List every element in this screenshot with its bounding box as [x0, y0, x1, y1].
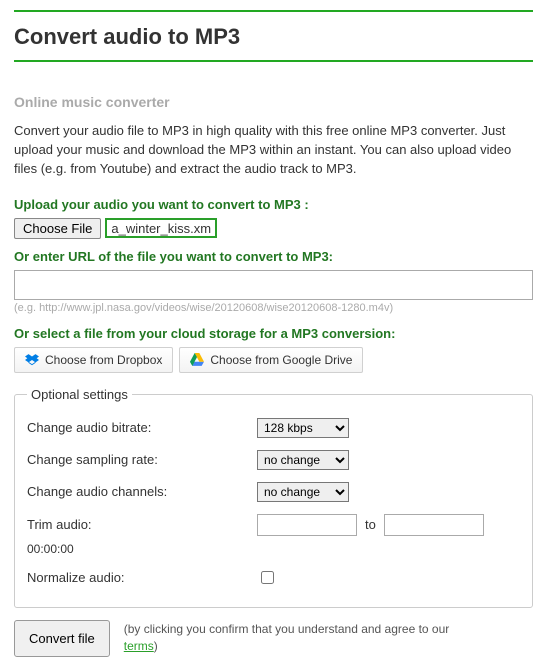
- page-title: Convert audio to MP3: [14, 24, 533, 50]
- url-hint: (e.g. http://www.jpl.nasa.gov/videos/wis…: [14, 302, 533, 314]
- dropbox-button[interactable]: Choose from Dropbox: [14, 347, 173, 373]
- title-divider: [14, 60, 533, 62]
- page-subtitle: Online music converter: [14, 94, 533, 110]
- bitrate-label: Change audio bitrate:: [27, 420, 257, 435]
- chosen-file-name: a_winter_kiss.xm: [105, 218, 217, 238]
- dropbox-icon: [25, 354, 39, 366]
- terms-link[interactable]: terms: [124, 639, 154, 653]
- dropbox-button-label: Choose from Dropbox: [45, 353, 162, 367]
- cloud-label: Or select a file from your cloud storage…: [14, 326, 533, 341]
- trim-timecode: 00:00:00: [27, 542, 520, 556]
- top-divider: [14, 10, 533, 12]
- trim-from-input[interactable]: [257, 514, 357, 536]
- gdrive-icon: [190, 353, 204, 367]
- gdrive-button[interactable]: Choose from Google Drive: [179, 347, 363, 373]
- disclaimer-prefix: (by clicking you confirm that you unders…: [124, 622, 450, 636]
- url-label: Or enter URL of the file you want to con…: [14, 249, 533, 264]
- disclaimer-suffix: ): [154, 639, 158, 653]
- channels-select[interactable]: no change: [257, 482, 349, 502]
- url-input[interactable]: [14, 270, 533, 300]
- normalize-checkbox[interactable]: [261, 571, 274, 584]
- trim-label: Trim audio:: [27, 517, 257, 532]
- optional-settings: Optional settings Change audio bitrate: …: [14, 387, 533, 608]
- convert-button[interactable]: Convert file: [14, 620, 110, 657]
- intro-text: Convert your audio file to MP3 in high q…: [14, 122, 533, 179]
- settings-legend: Optional settings: [27, 387, 132, 402]
- choose-file-button[interactable]: Choose File: [14, 218, 101, 239]
- sampling-select[interactable]: no change: [257, 450, 349, 470]
- upload-label: Upload your audio you want to convert to…: [14, 197, 533, 212]
- gdrive-button-label: Choose from Google Drive: [210, 353, 352, 367]
- disclaimer: (by clicking you confirm that you unders…: [124, 621, 454, 655]
- bitrate-select[interactable]: 128 kbps: [257, 418, 349, 438]
- trim-to-label: to: [365, 517, 376, 532]
- normalize-label: Normalize audio:: [27, 570, 257, 585]
- sampling-label: Change sampling rate:: [27, 452, 257, 467]
- trim-to-input[interactable]: [384, 514, 484, 536]
- channels-label: Change audio channels:: [27, 484, 257, 499]
